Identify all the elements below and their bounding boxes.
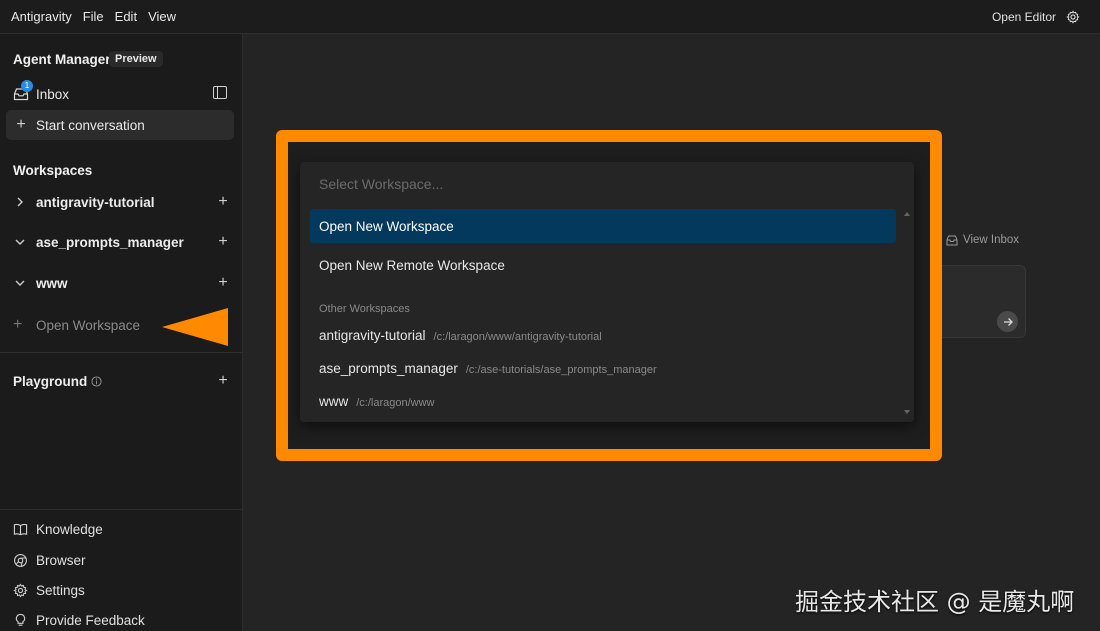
browser-icon	[14, 553, 27, 567]
inbox-icon	[946, 235, 958, 245]
chevron-down-icon[interactable]	[13, 276, 27, 290]
sidebar-item-playground[interactable]: Playground +	[13, 371, 231, 391]
scroll-up-icon[interactable]	[904, 212, 910, 216]
menu-file[interactable]: File	[83, 9, 104, 24]
open-new-workspace-item[interactable]: Open New Workspace	[310, 209, 896, 243]
add-conversation-icon[interactable]: +	[215, 274, 231, 292]
other-workspaces-label: Other Workspaces	[319, 303, 410, 315]
knowledge-label: Knowledge	[36, 521, 103, 537]
menu-view[interactable]: View	[148, 9, 176, 24]
workspaces-heading: Workspaces	[13, 163, 93, 178]
sidebar-item-browser[interactable]: Browser	[13, 550, 86, 570]
workspace-option-name: ase_prompts_manager	[319, 361, 458, 376]
app-name[interactable]: Antigravity	[11, 9, 72, 24]
divider	[0, 509, 243, 510]
sidebar-item-feedback[interactable]: Provide Feedback	[13, 610, 145, 630]
sidebar-item-settings[interactable]: Settings	[13, 580, 85, 600]
add-conversation-icon[interactable]: +	[215, 233, 231, 251]
settings-icon	[13, 582, 28, 598]
inbox-label: Inbox	[36, 86, 70, 102]
add-conversation-icon[interactable]: +	[215, 193, 231, 211]
feedback-label: Provide Feedback	[36, 612, 145, 628]
workspace-label: ase_prompts_manager	[36, 234, 184, 250]
playground-label: Playground	[13, 373, 88, 389]
browser-label: Browser	[36, 552, 86, 568]
send-button[interactable]	[997, 311, 1018, 332]
sidebar-item-inbox[interactable]: 1 Inbox	[13, 80, 70, 104]
chevron-right-icon[interactable]	[13, 195, 27, 209]
inbox-icon: 1	[13, 80, 33, 101]
inbox-count-badge: 1	[21, 80, 33, 92]
scroll-down-icon[interactable]	[904, 410, 910, 414]
sidebar-toggle-icon[interactable]	[213, 86, 227, 99]
workspace-option[interactable]: ase_prompts_manager /c:/ase-tutorials/as…	[319, 361, 657, 376]
settings-label: Settings	[36, 582, 85, 598]
watermark: 掘金技术社区 @ 是魔丸啊	[795, 588, 1075, 616]
workspace-option-path: /c:/laragon/www/antigravity-tutorial	[433, 331, 602, 343]
workspace-option-path: /c:/laragon/www	[356, 397, 435, 409]
add-playground-icon[interactable]: +	[215, 372, 231, 390]
workspace-option-path: /c:/ase-tutorials/ase_prompts_manager	[465, 364, 657, 376]
preview-badge: Preview	[109, 51, 163, 67]
agent-manager-title: Agent Manager	[13, 52, 111, 67]
workspace-option-name: www	[319, 394, 349, 409]
sidebar-item-knowledge[interactable]: Knowledge	[13, 519, 103, 539]
workspace-option-name: antigravity-tutorial	[319, 328, 426, 343]
info-icon	[91, 375, 102, 387]
plus-icon: +	[13, 316, 23, 333]
start-conversation-label: Start conversation	[36, 117, 145, 133]
workspace-label: antigravity-tutorial	[36, 194, 155, 210]
start-conversation-button[interactable]: + Start conversation	[6, 110, 234, 140]
workspace-item-www[interactable]: www +	[13, 273, 231, 293]
menu-edit[interactable]: Edit	[115, 9, 137, 24]
menu-bar: Antigravity File Edit View Open Editor	[0, 0, 1100, 34]
lightbulb-icon	[15, 613, 26, 626]
plus-icon: +	[16, 116, 26, 133]
book-icon	[13, 523, 28, 535]
open-editor-button[interactable]: Open Editor	[992, 10, 1056, 24]
workspace-picker: Select Workspace... Open New Workspace O…	[300, 162, 914, 422]
open-workspace-label: Open Workspace	[36, 317, 141, 333]
view-inbox-link[interactable]: View Inbox	[946, 234, 1019, 246]
workspace-item-ase-prompts-manager[interactable]: ase_prompts_manager +	[13, 232, 231, 252]
workspace-search-input[interactable]: Select Workspace...	[319, 176, 443, 192]
pointer-arrow	[162, 308, 228, 346]
workspace-item-antigravity-tutorial[interactable]: antigravity-tutorial +	[13, 192, 231, 212]
view-inbox-label: View Inbox	[963, 234, 1020, 246]
arrow-right-icon	[1003, 317, 1013, 326]
chevron-down-icon[interactable]	[13, 235, 27, 249]
workspace-option[interactable]: www /c:/laragon/www	[319, 394, 435, 409]
divider	[0, 352, 243, 353]
open-workspace-button[interactable]: + Open Workspace	[13, 315, 140, 335]
workspace-option[interactable]: antigravity-tutorial /c:/laragon/www/ant…	[319, 328, 602, 343]
gear-icon[interactable]	[1066, 9, 1080, 24]
open-new-remote-workspace-item[interactable]: Open New Remote Workspace	[310, 248, 896, 282]
workspace-label: www	[36, 275, 68, 291]
